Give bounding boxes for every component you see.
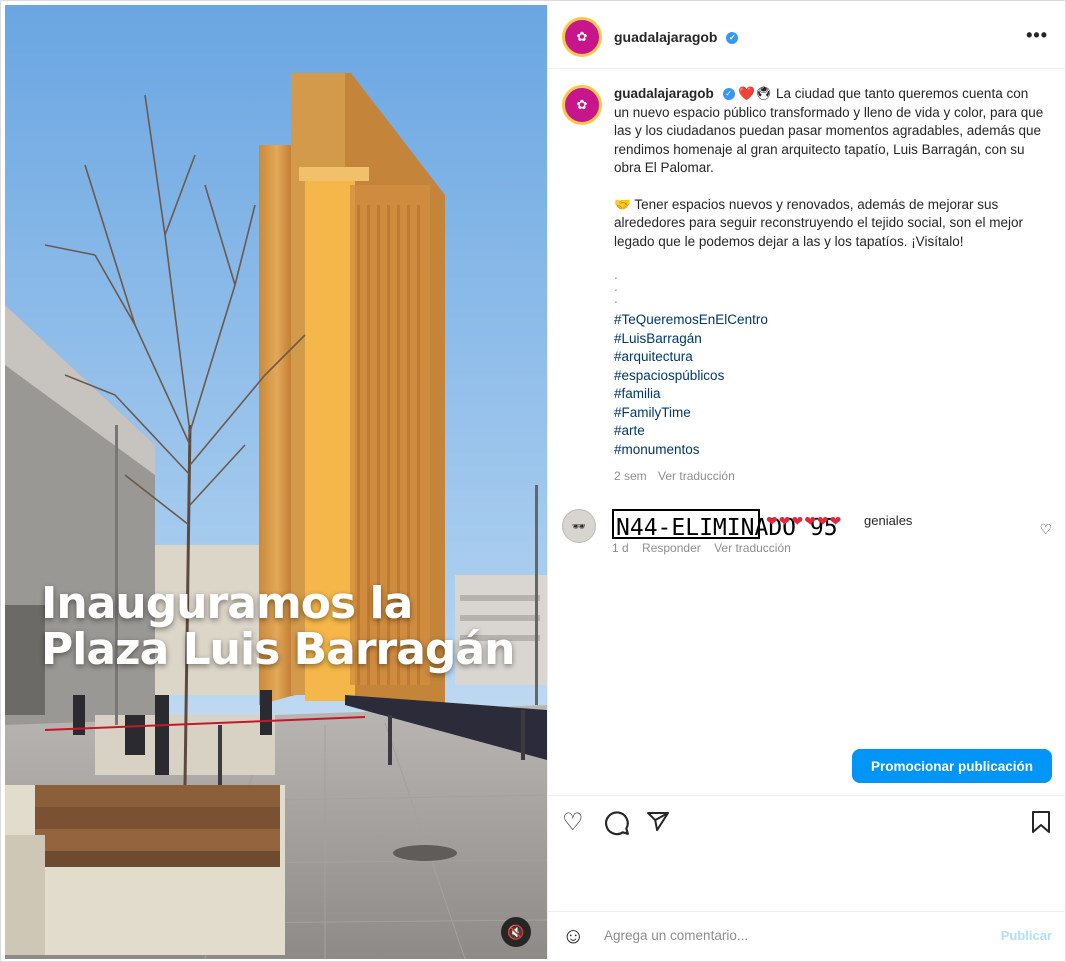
- comment-icon[interactable]: [604, 810, 630, 842]
- caption-dot: .: [614, 291, 618, 306]
- post-time[interactable]: 2 sem: [614, 469, 647, 483]
- bookmark-icon[interactable]: [1030, 810, 1052, 840]
- publish-button[interactable]: Publicar: [1001, 928, 1052, 943]
- author-username-text[interactable]: guadalajaragob: [614, 29, 717, 45]
- hashtag-link[interactable]: #TeQueremosEnElCentro: [614, 311, 1044, 330]
- comment-meta: 1 d Responder Ver traducción: [612, 541, 801, 555]
- hashtag-link[interactable]: #LuisBarragán: [614, 330, 1044, 349]
- post-video[interactable]: Inauguramos la Plaza Luis Barragán 🔇: [5, 5, 547, 959]
- comment-item: 🕶 N44-ELIMINADO 95 ❤❤❤❤❤❤ geniales 1 d R…: [562, 509, 1052, 555]
- smiley-icon[interactable]: ☺: [562, 923, 590, 949]
- hashtag-link[interactable]: #arquitectura: [614, 348, 1044, 367]
- post-details-panel: ✿ guadalajaragob ✓ ••• ✿ guadalajaragob …: [547, 5, 1066, 959]
- avatar[interactable]: ✿: [562, 16, 602, 57]
- promote-post-button[interactable]: Promocionar publicación: [852, 749, 1052, 783]
- more-options-icon[interactable]: •••: [1026, 25, 1048, 46]
- caption-block: ✿ guadalajaragob ✓ ❤️🖲 La ciudad que tan…: [562, 85, 1052, 486]
- hashtag-link[interactable]: #familia: [614, 385, 1044, 404]
- handshake-emoji: 🤝: [614, 196, 631, 212]
- commenter-avatar[interactable]: 🕶: [562, 509, 596, 543]
- video-overlay-title: Inauguramos la Plaza Luis Barragán: [41, 581, 541, 673]
- heart-icon[interactable]: ♡: [562, 810, 584, 836]
- plaza-photo: [5, 5, 547, 959]
- caption-emoji: ❤️🖲: [738, 86, 773, 101]
- caption-dot: .: [614, 267, 618, 282]
- post-header: ✿ guadalajaragob ✓ •••: [548, 5, 1066, 69]
- hashtag-link[interactable]: #arte: [614, 422, 1044, 441]
- overlay-title-line2: Plaza Luis Barragán: [41, 624, 515, 675]
- caption-meta: 2 sem Ver traducción: [614, 467, 1044, 486]
- send-icon[interactable]: [646, 810, 670, 840]
- volume-off-icon[interactable]: 🔇: [501, 917, 531, 947]
- overlay-title-line1: Inauguramos la: [41, 578, 413, 629]
- hashtag-list: #TeQueremosEnElCentro #LuisBarragán #arq…: [614, 311, 1044, 459]
- hashtag-link[interactable]: #monumentos: [614, 441, 1044, 460]
- comment-text: geniales: [864, 513, 913, 528]
- heart-outline-icon[interactable]: ♡: [1039, 521, 1052, 538]
- caption-paragraph-2: Tener espacios nuevos y renovados, ademá…: [614, 196, 1023, 249]
- comment-time[interactable]: 1 d: [612, 541, 629, 555]
- caption-dot: .: [614, 279, 618, 294]
- caption-username[interactable]: guadalajaragob: [614, 86, 714, 101]
- see-translation-link[interactable]: Ver traducción: [714, 541, 791, 555]
- author-username[interactable]: guadalajaragob ✓: [614, 29, 739, 45]
- verified-badge-icon: ✓: [726, 31, 739, 44]
- comment-input[interactable]: [604, 928, 984, 943]
- caption-text: guadalajaragob ✓ ❤️🖲 La ciudad que tanto…: [614, 85, 1044, 486]
- add-comment-bar: ☺ Publicar: [548, 911, 1066, 959]
- comment-body: N44-ELIMINADO 95 ❤❤❤❤❤❤ geniales 1 d Res…: [612, 509, 1032, 555]
- hashtag-link[interactable]: #FamilyTime: [614, 404, 1044, 423]
- instagram-post-window: Inauguramos la Plaza Luis Barragán 🔇 ✿ g…: [0, 0, 1066, 962]
- hashtag-link[interactable]: #espaciospúblicos: [614, 367, 1044, 386]
- see-translation-link[interactable]: Ver traducción: [658, 469, 735, 483]
- post-actions-bar: ♡: [548, 795, 1066, 851]
- reply-link[interactable]: Responder: [642, 541, 701, 555]
- caption-avatar[interactable]: ✿: [562, 85, 602, 125]
- verified-badge-icon: ✓: [722, 88, 735, 101]
- hearts-emoji: ❤❤❤❤❤❤: [766, 513, 843, 529]
